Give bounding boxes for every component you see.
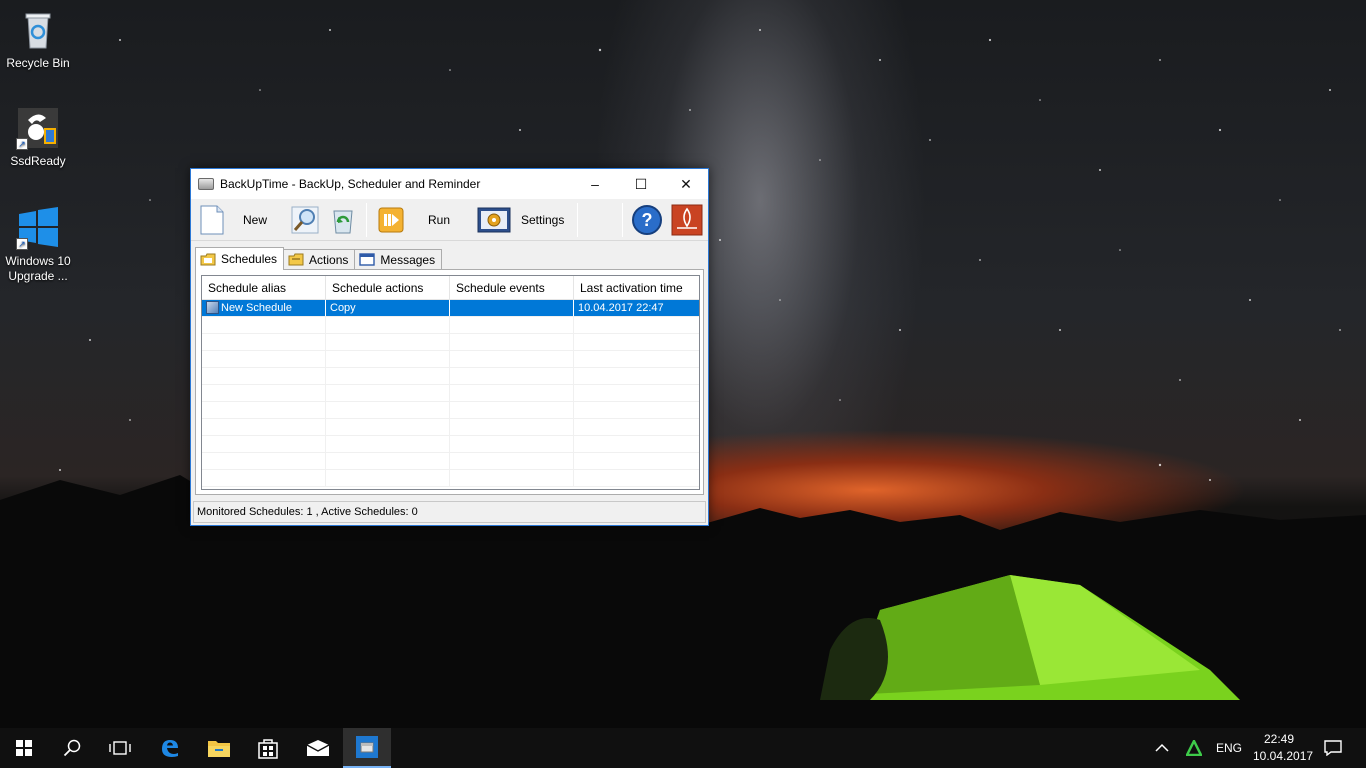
backuptime-taskbar-button[interactable] [343, 728, 391, 768]
desktop-icon-label: Recycle Bin [6, 56, 70, 70]
schedules-list[interactable]: Schedule alias Schedule actions Schedule… [201, 275, 700, 490]
settings-gear-icon [477, 207, 511, 233]
table-row-empty [202, 368, 699, 385]
edge-button[interactable] [146, 728, 194, 768]
folder-icon [208, 741, 230, 757]
title-bar[interactable]: BackUpTime - BackUp, Scheduler and Remin… [191, 169, 708, 199]
action-center-button[interactable] [1310, 728, 1356, 768]
tab-label: Actions [309, 252, 349, 267]
tray-app-button[interactable] [1172, 728, 1216, 768]
cell-events [450, 300, 574, 316]
table-row-empty [202, 385, 699, 402]
tab-messages[interactable]: Messages [354, 249, 443, 269]
toolbar-separator [366, 203, 367, 237]
desktop-icon-windows-upgrade[interactable]: ↗ Windows 10 Upgrade ... [0, 206, 76, 284]
table-row-empty [202, 470, 699, 487]
search-icon [63, 739, 81, 757]
table-row-empty [202, 351, 699, 368]
status-bar: Monitored Schedules: 1 , Active Schedule… [193, 501, 706, 523]
table-row-empty [202, 334, 699, 351]
magnifier-icon [291, 206, 319, 234]
list-header: Schedule alias Schedule actions Schedule… [202, 276, 699, 300]
settings-button[interactable]: Settings [477, 204, 564, 236]
shortcut-arrow-icon: ↗ [16, 138, 28, 150]
task-view-button[interactable] [96, 728, 144, 768]
column-header-last-activation[interactable]: Last activation time [574, 276, 699, 300]
column-header-alias[interactable]: Schedule alias [202, 276, 326, 300]
cell-alias: New Schedule [202, 300, 326, 316]
new-button[interactable]: New [199, 204, 267, 236]
tab-schedules[interactable]: Schedules [195, 247, 285, 270]
recycle-button[interactable] [328, 204, 358, 236]
clock-time[interactable]: 22:49 [1264, 732, 1294, 746]
table-row-empty [202, 453, 699, 470]
mail-button[interactable] [294, 728, 342, 768]
app-icon [198, 178, 214, 190]
toolbar-separator [622, 203, 623, 237]
chevron-up-icon [1155, 743, 1169, 752]
desktop-icon-ssdready[interactable]: ↗ SsdReady [0, 106, 76, 169]
run-button[interactable]: Run [378, 204, 450, 236]
desktop-icon-label: SsdReady [10, 154, 66, 168]
new-button-label: New [243, 213, 268, 227]
mail-icon [306, 740, 330, 756]
tab-label: Messages [380, 252, 436, 267]
settings-button-label: Settings [521, 213, 565, 227]
run-button-label: Run [428, 213, 451, 227]
table-row-empty [202, 436, 699, 453]
search-button[interactable] [48, 728, 96, 768]
start-button[interactable] [0, 728, 48, 768]
new-document-icon [200, 205, 224, 235]
green-triangle-icon [1186, 740, 1202, 756]
store-bag-icon [258, 739, 278, 759]
windows-start-icon [16, 740, 32, 756]
taskbar: ENG 22:49 10.04.2017 [0, 728, 1366, 768]
shortcut-arrow-icon: ↗ [16, 238, 28, 250]
table-row-empty [202, 402, 699, 419]
tab-strip: Schedules Actions Messages [195, 247, 443, 270]
toolbar-separator [577, 203, 578, 237]
help-icon: ? [632, 205, 662, 235]
table-row[interactable]: New Schedule Copy 10.04.2017 22:47 [202, 300, 699, 317]
backuptime-app-icon [356, 736, 378, 758]
svg-text:?: ? [642, 210, 653, 230]
desktop-icon-recycle-bin[interactable]: Recycle Bin [0, 8, 76, 71]
schedules-panel: Schedule alias Schedule actions Schedule… [195, 269, 704, 495]
app-logo-icon [671, 204, 703, 236]
tab-actions[interactable]: Actions [283, 249, 356, 269]
help-button[interactable]: ? [631, 204, 663, 236]
window-title: BackUpTime - BackUp, Scheduler and Remin… [220, 177, 481, 191]
about-button[interactable] [671, 204, 703, 236]
minimize-button[interactable]: – [572, 169, 618, 199]
recycle-bin-icon [16, 8, 60, 52]
windows-logo-icon: ↗ [16, 206, 60, 250]
language-indicator[interactable]: ENG [1216, 741, 1242, 755]
recycle-bin-icon [333, 210, 353, 234]
desktop-icon-label: Windows 10 Upgrade ... [5, 254, 71, 283]
close-button[interactable]: ✕ [663, 169, 709, 199]
cell-last-activation: 10.04.2017 22:47 [578, 302, 664, 314]
task-view-icon [109, 741, 131, 755]
notification-icon [1324, 740, 1342, 756]
find-button[interactable] [290, 204, 320, 236]
store-button[interactable] [244, 728, 292, 768]
maximize-button[interactable]: ☐ [618, 169, 664, 199]
column-header-actions[interactable]: Schedule actions [326, 276, 450, 300]
backuptime-window: BackUpTime - BackUp, Scheduler and Remin… [190, 168, 709, 526]
schedules-tab-icon [200, 253, 216, 265]
file-explorer-button[interactable] [195, 728, 243, 768]
toolbar: New Run Settings ? [191, 199, 708, 241]
table-row-empty [202, 419, 699, 436]
table-row-empty [202, 317, 699, 334]
run-icon [378, 207, 404, 233]
actions-tab-icon [288, 253, 304, 266]
ssdready-icon: ↗ [16, 106, 60, 150]
edge-browser-icon [162, 740, 178, 757]
tab-label: Schedules [221, 252, 278, 266]
schedule-icon [206, 301, 219, 314]
column-header-events[interactable]: Schedule events [450, 276, 574, 300]
cell-actions: Copy [326, 300, 450, 316]
messages-tab-icon [359, 253, 376, 266]
clock-date[interactable]: 10.04.2017 [1253, 749, 1313, 763]
